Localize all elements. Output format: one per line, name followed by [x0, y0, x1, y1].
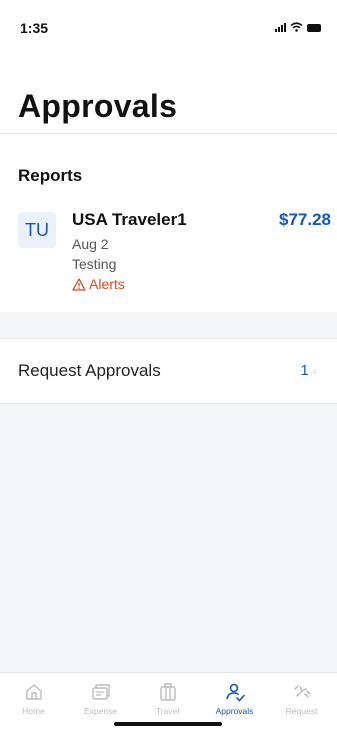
reports-section-title: Reports — [18, 166, 83, 185]
report-item[interactable]: TU USA Traveler1 $77.28 Aug 2 Testing Al… — [0, 204, 337, 304]
tab-home-label: Home — [22, 706, 45, 716]
travel-icon — [159, 683, 176, 701]
reports-section: Reports TU USA Traveler1 $77.28 Aug 2 Te… — [0, 134, 337, 312]
expense-icon — [91, 684, 110, 700]
home-icon — [25, 684, 42, 700]
page-title: Approvals — [18, 88, 178, 124]
section-divider — [0, 312, 337, 338]
status-bar: 1:35 — [0, 0, 337, 44]
wifi-icon — [290, 22, 303, 32]
tab-travel-label: Travel — [155, 706, 180, 716]
request-approvals-label: Request Approvals — [18, 361, 161, 380]
tab-bar: Home Expense Travel Approvals Request — [0, 672, 337, 736]
request-approvals-row[interactable]: Request Approvals 1 › — [0, 338, 337, 404]
status-time: 1:35 — [20, 20, 49, 36]
report-amount: $77.28 — [279, 210, 331, 229]
tab-travel[interactable]: Travel — [134, 681, 201, 721]
tab-home[interactable]: Home — [0, 681, 67, 721]
report-date: Aug 2 — [72, 236, 109, 252]
chevron-right-icon: › — [312, 363, 317, 378]
tab-approvals[interactable]: Approvals — [201, 681, 268, 721]
signal-icon — [275, 23, 286, 32]
approvals-icon — [225, 683, 245, 702]
request-approvals-count: 1 › — [300, 362, 317, 379]
report-alerts: Alerts — [72, 276, 125, 292]
report-traveler-name: USA Traveler1 — [72, 210, 187, 229]
home-indicator[interactable] — [114, 722, 222, 726]
header: Approvals — [0, 44, 337, 134]
avatar: TU — [18, 212, 56, 248]
status-icons — [275, 22, 321, 32]
tab-request[interactable]: Request — [268, 681, 335, 721]
tab-expense-label: Expense — [83, 706, 118, 716]
warning-icon — [72, 277, 86, 291]
tab-request-label: Request — [285, 706, 318, 716]
request-icon — [293, 685, 311, 698]
alerts-label: Alerts — [89, 276, 125, 292]
battery-icon — [307, 24, 321, 32]
tab-expense[interactable]: Expense — [67, 681, 134, 721]
request-count-value: 1 — [300, 362, 309, 379]
tab-approvals-label: Approvals — [215, 706, 254, 716]
report-description: Testing — [72, 256, 117, 272]
